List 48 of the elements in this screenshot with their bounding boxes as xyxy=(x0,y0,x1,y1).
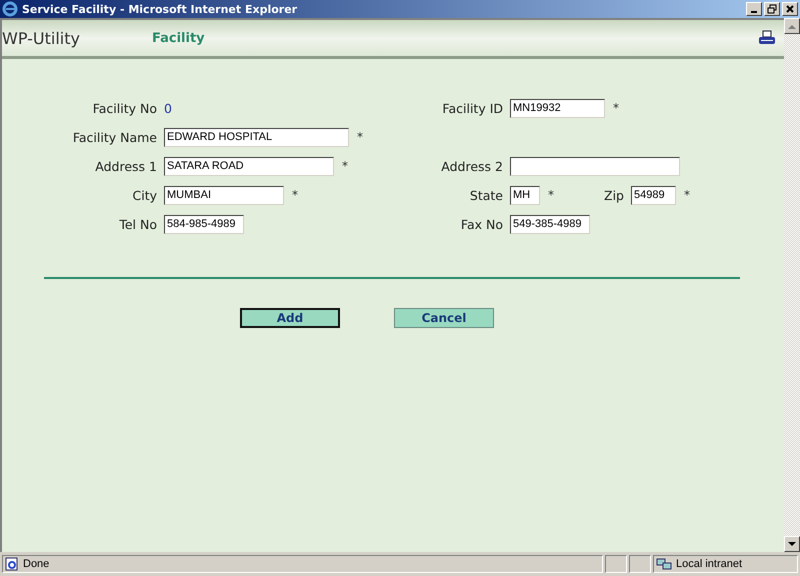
required-mark: * xyxy=(357,130,363,144)
field-label: Facility ID xyxy=(441,100,503,116)
required-mark: * xyxy=(613,101,619,115)
page-icon xyxy=(5,557,19,571)
field-label: Tel No xyxy=(118,216,157,232)
up-arrow-icon xyxy=(788,24,796,28)
field-label: State xyxy=(468,188,503,202)
field-label: Zip xyxy=(604,188,624,202)
scroll-up-button[interactable] xyxy=(784,18,800,34)
restore-icon xyxy=(767,4,777,14)
print-icon[interactable] xyxy=(758,30,776,46)
required-mark: * xyxy=(292,188,298,202)
field-label: Facility No xyxy=(92,100,157,116)
close-icon xyxy=(786,5,794,13)
close-button[interactable] xyxy=(782,2,798,16)
input-field[interactable]: EDWARD HOSPITAL xyxy=(164,128,349,146)
status-text: Done xyxy=(23,558,50,570)
input-field[interactable]: SATARA ROAD xyxy=(164,156,334,176)
input-field[interactable]: MH xyxy=(510,186,540,204)
page-title: Facility xyxy=(152,30,205,46)
required-mark: * xyxy=(548,188,554,202)
field-label: City xyxy=(132,188,157,202)
input-field[interactable]: 584-985-4989 xyxy=(164,214,244,234)
browser-icon xyxy=(2,1,18,17)
app-name: WP-Utility xyxy=(2,28,81,48)
facility-number: 0 xyxy=(164,100,172,116)
down-arrow-icon xyxy=(788,542,796,546)
input-field[interactable]: 549-385-4989 xyxy=(510,214,590,234)
field-label: Address 2 xyxy=(440,158,503,174)
input-field[interactable]: MUMBAI xyxy=(164,186,284,204)
window-title: Service Facility - Microsoft Internet Explorer xyxy=(22,2,298,16)
input-field[interactable]: 54989 xyxy=(630,186,676,204)
field-label: Fax No xyxy=(460,216,503,232)
status-pane xyxy=(629,555,651,573)
field-label: Facility Name xyxy=(72,130,157,144)
zone-text: Local intranet xyxy=(676,558,742,570)
input-field[interactable] xyxy=(510,156,680,176)
network-icon xyxy=(656,557,672,571)
input-field[interactable]: MN19932 xyxy=(510,98,605,118)
required-mark: * xyxy=(684,188,690,202)
field-label: Address 1 xyxy=(94,158,157,174)
add-button[interactable]: Add xyxy=(240,308,340,328)
required-mark: * xyxy=(342,159,348,173)
status-pane xyxy=(605,555,627,573)
scroll-down-button[interactable] xyxy=(784,536,800,552)
minimize-button[interactable] xyxy=(746,2,762,16)
cancel-button[interactable]: Cancel xyxy=(394,308,494,328)
restore-button[interactable] xyxy=(764,2,780,16)
